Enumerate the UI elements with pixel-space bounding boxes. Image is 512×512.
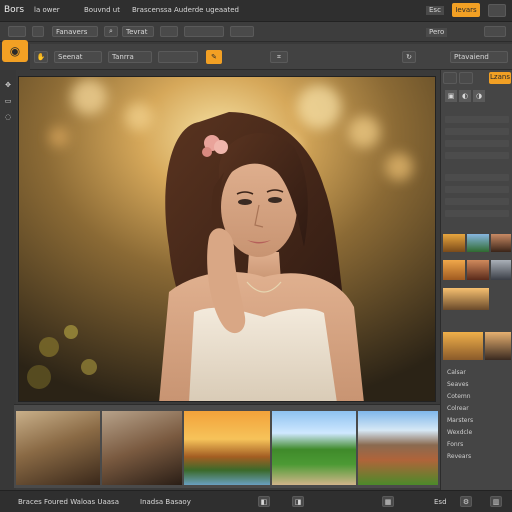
canvas[interactable] <box>18 76 436 402</box>
panel-row-8[interactable] <box>445 210 509 217</box>
layer-thumb-9[interactable] <box>485 332 511 360</box>
layer-thumb-5[interactable] <box>467 260 489 280</box>
status-center-text: Inadsa Basaoy <box>140 498 191 506</box>
tool-button-d[interactable] <box>184 26 224 37</box>
panel-row-2[interactable] <box>445 128 509 135</box>
panel-label-1: Calsar <box>447 369 466 376</box>
toolbar: Fanavers ⌕ Tevrat Pero <box>0 22 512 42</box>
options-field-c[interactable] <box>158 51 198 63</box>
panel-label-8: Revears <box>447 453 472 460</box>
menu-item-bors[interactable]: Bors <box>4 6 24 15</box>
photo-image <box>19 77 435 401</box>
panel-label-4: Colrear <box>447 405 469 412</box>
toolbar-select-b[interactable]: Tevrat <box>122 26 154 37</box>
panel-icon-c[interactable]: ◑ <box>473 90 485 102</box>
menu-item-3[interactable]: Bouvnd ut <box>84 7 120 14</box>
tool-move-icon[interactable]: ✥ <box>3 80 13 90</box>
toolbar-right-label[interactable]: Pero <box>426 28 448 37</box>
panel-label-3: Cotemn <box>447 393 471 400</box>
rotate-icon[interactable]: ↻ <box>402 51 416 63</box>
layer-thumb-4[interactable] <box>443 260 465 280</box>
toolbar-select-b-label: Tevrat <box>126 28 148 36</box>
tool-select-icon[interactable]: ▭ <box>3 96 13 106</box>
menubar: Bors la ower Bouvnd ut Brascenssa Auderd… <box>0 0 512 22</box>
status-icon-d[interactable]: ▥ <box>490 496 502 507</box>
layer-thumb-2[interactable] <box>467 234 489 252</box>
tool-button-e[interactable] <box>230 26 254 37</box>
hand-icon[interactable]: ✋ <box>34 51 48 63</box>
panel-row-6[interactable] <box>445 186 509 193</box>
crop-icon[interactable]: ⌗ <box>270 51 288 63</box>
film-thumb-desert[interactable] <box>358 411 438 485</box>
film-thumb-road[interactable] <box>272 411 356 485</box>
panel-row-4[interactable] <box>445 152 509 159</box>
film-thumb-portrait-2[interactable] <box>102 411 182 485</box>
status-icon-c[interactable]: ▦ <box>382 496 394 507</box>
tool-button-b[interactable] <box>32 26 44 37</box>
menu-item-2[interactable]: la ower <box>34 7 60 14</box>
panel-label-6: Wexdcle <box>447 429 473 436</box>
layer-thumb-7[interactable] <box>443 288 489 310</box>
toolbar-select-a-label: Fanavers <box>56 28 88 36</box>
window-button[interactable] <box>488 4 506 17</box>
right-panel: Lzans ▣ ◐ ◑ Calsar Seaves Cotemn Colrear… <box>440 70 512 490</box>
options-field-b-label: Tanrra <box>112 53 134 61</box>
panel-tab-a[interactable] <box>443 72 457 84</box>
options-right-field[interactable]: Ptavaiend <box>450 51 508 63</box>
options-field-b[interactable]: Tanrra <box>108 51 152 63</box>
layer-thumb-3[interactable] <box>491 234 511 252</box>
menubar-right-label[interactable]: Esc <box>426 6 444 15</box>
toolbar-right-button[interactable] <box>484 26 506 37</box>
panel-row-3[interactable] <box>445 140 509 147</box>
menu-item-5[interactable]: Auderde ugeaated <box>174 7 239 14</box>
toolbar-select-a[interactable]: Fanavers <box>52 26 98 37</box>
filmstrip <box>14 404 440 488</box>
panel-label-5: Marsters <box>447 417 474 424</box>
brush-icon[interactable]: ✎ <box>206 50 222 64</box>
status-right-text[interactable]: Esd <box>434 499 447 506</box>
panel-row-1[interactable] <box>445 116 509 123</box>
panel-tab-b[interactable] <box>459 72 473 84</box>
panel-icon-a[interactable]: ▣ <box>445 90 457 102</box>
layer-thumb-8[interactable] <box>443 332 483 360</box>
tool-button-c[interactable] <box>160 26 178 37</box>
app-logo-icon[interactable]: ◉ <box>2 40 28 62</box>
panel-tab-active[interactable]: Lzans <box>489 72 511 84</box>
status-left-text: Braces Foured Waloas Uaasa <box>18 498 119 506</box>
menu-item-4[interactable]: Brascenssa <box>132 7 172 14</box>
panel-row-5[interactable] <box>445 174 509 181</box>
panel-row-7[interactable] <box>445 198 509 205</box>
tool-button-a[interactable] <box>8 26 26 37</box>
tool-lasso-icon[interactable]: ◌ <box>3 112 13 122</box>
layer-thumb-1[interactable] <box>443 234 465 252</box>
gear-icon[interactable]: ⚙ <box>460 496 472 507</box>
status-icon-b[interactable]: ◨ <box>292 496 304 507</box>
status-bar: Braces Foured Waloas Uaasa Inadsa Basaoy… <box>0 490 512 512</box>
status-icon-a[interactable]: ◧ <box>258 496 270 507</box>
layer-thumb-6[interactable] <box>491 260 511 280</box>
options-field-a-label: Seenat <box>58 53 83 61</box>
film-thumb-portrait-1[interactable] <box>16 411 100 485</box>
panel-label-7: Fonrs <box>447 441 464 448</box>
film-thumb-sunset[interactable] <box>184 411 270 485</box>
menubar-orange-button[interactable]: Ievars <box>452 3 480 17</box>
panel-label-2: Seaves <box>447 381 469 388</box>
options-bar: ✋ Seenat Tanrra ✎ ⌗ ↻ Ptavaiend <box>30 44 512 70</box>
zoom-icon[interactable]: ⌕ <box>104 26 118 37</box>
options-right-field-label: Ptavaiend <box>454 53 489 61</box>
options-field-a[interactable]: Seenat <box>54 51 102 63</box>
panel-icon-b[interactable]: ◐ <box>459 90 471 102</box>
